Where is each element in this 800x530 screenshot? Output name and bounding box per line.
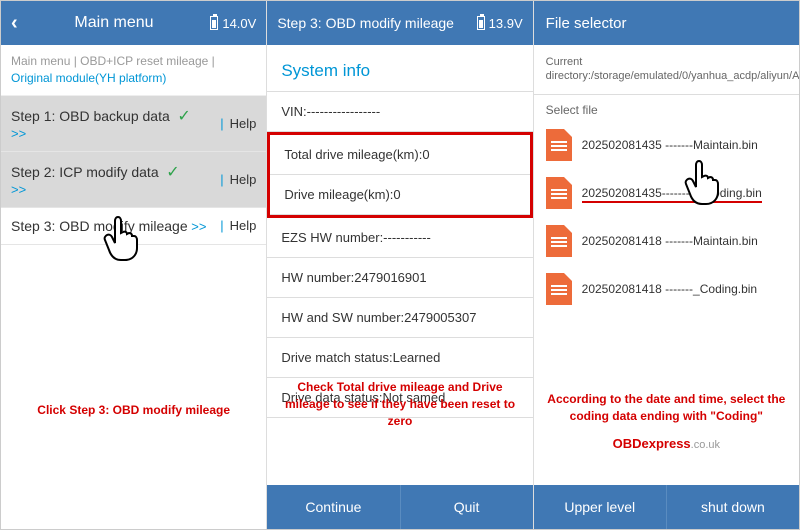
underline-highlight [582, 201, 762, 203]
file-icon [546, 129, 572, 161]
step-title: Step 3: OBD modify mileage [11, 218, 188, 234]
file-row[interactable]: 202502081418 -------Maintain.bin [534, 217, 799, 265]
header-obd: Step 3: OBD modify mileage 13.9V [267, 1, 532, 45]
battery-icon [477, 16, 485, 30]
logo-text: OBDexpress [613, 436, 691, 451]
file-name-text: 202502081435---------_Coding.bin [582, 186, 762, 200]
info-ezs: EZS HW number:----------- [267, 218, 532, 258]
upper-level-button[interactable]: Upper level [534, 485, 667, 529]
arrows-icon: >> [11, 182, 26, 197]
header-main: ‹ Main menu 14.0V [1, 1, 266, 45]
header-file-selector: File selector [534, 1, 799, 45]
current-directory: Current directory:/storage/emulated/0/ya… [534, 45, 799, 95]
highlight-box: Total drive mileage(km):0 Drive mileage(… [267, 132, 532, 218]
back-icon[interactable]: ‹ [11, 12, 18, 35]
info-match: Drive match status:Learned [267, 338, 532, 378]
help-label: Help [230, 218, 257, 233]
help-group[interactable]: | Help [220, 116, 256, 131]
select-file-label: Select file [534, 95, 799, 121]
info-data-status: Drive data status:Not samed [267, 378, 532, 418]
header-title: File selector [546, 15, 627, 32]
file-row[interactable]: 202502081435 -------Maintain.bin [534, 121, 799, 169]
voltage-label: 14.0V [222, 16, 256, 31]
pipe-divider: | [220, 116, 223, 131]
file-name: 202502081418 -------_Coding.bin [582, 282, 757, 296]
step-row-3[interactable]: Step 3: OBD modify mileage >> | Help [1, 208, 266, 245]
step-title: Step 1: OBD backup data [11, 108, 170, 124]
panel-main-menu: ‹ Main menu 14.0V Main menu | OBD+ICP re… [1, 1, 267, 529]
file-name: 202502081435 -------Maintain.bin [582, 138, 758, 152]
file-icon [546, 273, 572, 305]
instruction-overlay: According to the date and time, select t… [544, 391, 789, 425]
battery-icon [210, 16, 218, 30]
step-row-1[interactable]: Step 1: OBD backup data ✓ >> | Help [1, 96, 266, 152]
continue-button[interactable]: Continue [267, 485, 400, 529]
info-total-mileage: Total drive mileage(km):0 [270, 135, 529, 175]
file-icon [546, 225, 572, 257]
info-drive-mileage: Drive mileage(km):0 [270, 175, 529, 215]
file-name: 202502081418 -------Maintain.bin [582, 234, 758, 248]
step-row-2[interactable]: Step 2: ICP modify data ✓ >> | Help [1, 152, 266, 208]
button-row: Continue Quit [267, 485, 532, 529]
info-hw: HW number:2479016901 [267, 258, 532, 298]
header-title: Step 3: OBD modify mileage [277, 15, 454, 31]
info-vin: VIN:----------------- [267, 92, 532, 132]
instruction-overlay: Click Step 3: OBD modify mileage [21, 402, 246, 419]
shut-down-button[interactable]: shut down [667, 485, 799, 529]
file-row[interactable]: 202502081418 -------_Coding.bin [534, 265, 799, 313]
step-left: Step 1: OBD backup data ✓ >> [11, 106, 220, 141]
check-icon: ✓ [166, 164, 179, 181]
file-icon [546, 177, 572, 209]
app-root: ‹ Main menu 14.0V Main menu | OBD+ICP re… [0, 0, 800, 530]
system-info-title: System info [267, 45, 532, 92]
info-hwsw: HW and SW number:2479005307 [267, 298, 532, 338]
button-row: Upper level shut down [534, 485, 799, 529]
logo-domain: .co.uk [691, 439, 720, 451]
breadcrumb-active: Original module(YH platform) [11, 71, 166, 85]
arrows-icon: >> [191, 219, 206, 234]
battery-indicator: 14.0V [210, 16, 256, 31]
step-left: Step 2: ICP modify data ✓ >> [11, 162, 220, 197]
battery-indicator: 13.9V [477, 16, 523, 31]
quit-button[interactable]: Quit [401, 485, 533, 529]
step-title: Step 2: ICP modify data [11, 164, 159, 180]
file-name: 202502081435---------_Coding.bin [582, 186, 762, 200]
file-row[interactable]: 202502081435---------_Coding.bin [534, 169, 799, 217]
pipe-divider: | [220, 172, 223, 187]
pipe-divider: | [220, 218, 223, 233]
obdexpress-logo: OBDexpress.co.uk [613, 436, 720, 451]
arrows-icon: >> [11, 126, 26, 141]
panel-obd-modify: Step 3: OBD modify mileage 13.9V System … [267, 1, 533, 529]
check-icon: ✓ [177, 108, 190, 125]
header-title: Main menu [18, 14, 211, 32]
voltage-label: 13.9V [489, 16, 523, 31]
step-left: Step 3: OBD modify mileage >> [11, 218, 220, 234]
help-label: Help [230, 116, 257, 131]
help-group[interactable]: | Help [220, 218, 256, 233]
help-group[interactable]: | Help [220, 172, 256, 187]
breadcrumb: Main menu | OBD+ICP reset mileage | Orig… [1, 45, 266, 96]
help-label: Help [230, 172, 257, 187]
breadcrumb-path: Main menu | OBD+ICP reset mileage | [11, 54, 215, 68]
panel-file-selector: File selector Current directory:/storage… [534, 1, 799, 529]
